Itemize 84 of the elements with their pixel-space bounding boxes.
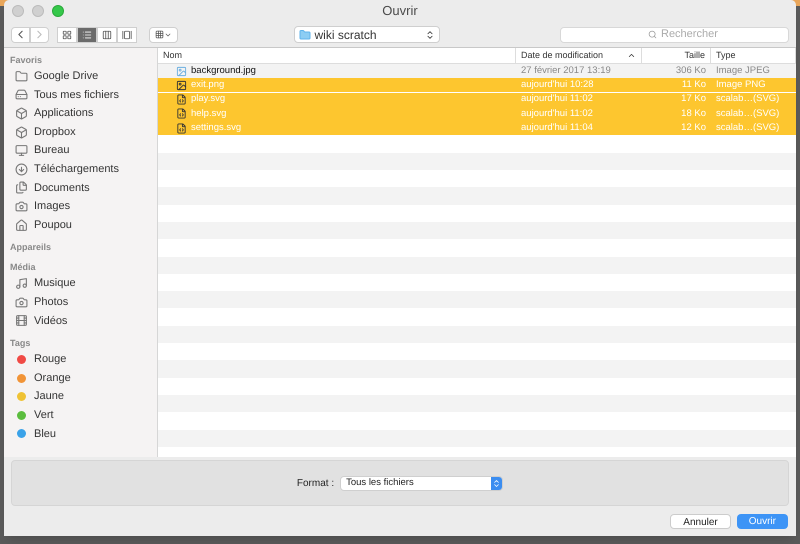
sidebar-section-title: Tags — [10, 337, 32, 350]
file-row[interactable]: background.jpg 27 février 2017 13:19 306 Ko Image JPEG — [158, 64, 796, 78]
file-icon — [176, 94, 187, 106]
sidebar-item[interactable]: Photos — [10, 292, 151, 312]
format-label: Format : — [296, 476, 334, 490]
file-name: background.jpg — [191, 64, 256, 78]
file-icon — [176, 122, 187, 134]
type-cell-text: scalab…(SVG) — [715, 121, 780, 136]
window-title: Ouvrir — [382, 2, 418, 20]
stepper-icon — [491, 476, 502, 490]
sidebar-item[interactable]: Musique — [10, 274, 151, 293]
view-mode-button[interactable] — [77, 26, 97, 42]
grid-icon — [62, 30, 72, 40]
location-popup[interactable]: wiki scratch — [294, 26, 440, 43]
type-cell-text: Image PNG — [715, 78, 767, 92]
date-cell-text: 27 février 2017 13:19 — [520, 64, 612, 78]
grid-icon — [155, 30, 164, 39]
date-cell-text: aujourd'hui 11:04 — [520, 121, 594, 136]
type-cell-text: scalab…(SVG) — [715, 92, 780, 106]
sidebar-item[interactable]: Poupou — [10, 216, 151, 234]
file-name: play.svg — [191, 92, 226, 106]
stepper-icon — [424, 30, 434, 40]
sidebar-section-title: Média — [10, 261, 37, 274]
format-dropdown[interactable]: Tous les fichiers — [340, 476, 504, 490]
sidebar-item[interactable]: Jaune — [10, 387, 151, 406]
search-icon — [648, 30, 657, 39]
home-icon — [15, 218, 28, 232]
type-cell-text: scalab…(SVG) — [715, 106, 780, 121]
size-cell-text: 306 Ko — [674, 64, 707, 78]
size-cell-text: 11 Ko — [680, 78, 707, 92]
sidebar-item[interactable]: Google Drive — [10, 67, 151, 86]
file-name: help.svg — [191, 106, 226, 121]
camera-icon — [15, 296, 28, 309]
music-note-icon — [15, 277, 28, 290]
film-icon — [15, 314, 28, 328]
columns-icon — [102, 30, 112, 40]
sidebar-section-title: Appareils — [10, 241, 52, 254]
image-file-icon — [176, 80, 187, 91]
sidebar-item[interactable]: Bureau — [10, 141, 151, 160]
monitor-icon — [15, 144, 28, 158]
file-name: exit.png — [191, 78, 224, 92]
list-icon — [82, 30, 92, 40]
column-header[interactable]: Date de modification — [516, 48, 642, 63]
sidebar-item[interactable]: Documents — [10, 178, 151, 198]
camera-icon — [15, 200, 28, 213]
file-icon — [176, 108, 187, 120]
arrange-button[interactable] — [149, 26, 178, 42]
column-header[interactable]: Type — [711, 48, 796, 63]
sidebar-item[interactable]: Téléchargements — [10, 160, 151, 179]
back-button[interactable] — [11, 26, 30, 42]
image-file-icon — [176, 66, 187, 76]
view-mode-button[interactable] — [117, 26, 137, 42]
documents-icon — [15, 181, 28, 194]
search-field[interactable]: Rechercher — [560, 26, 789, 42]
box-icon — [15, 126, 28, 139]
download-icon — [15, 162, 28, 176]
date-cell-text: aujourd'hui 10:28 — [520, 78, 595, 92]
zoom-button[interactable] — [52, 5, 64, 17]
sidebar-item[interactable]: Vidéos — [10, 312, 151, 330]
type-cell-text: Image JPEG — [715, 64, 771, 78]
sidebar-item[interactable]: Dropbox — [10, 122, 151, 142]
drive-icon — [15, 88, 28, 102]
folder-icon — [298, 28, 310, 40]
sidebar-item[interactable]: Tous mes fichiers — [10, 86, 151, 104]
size-cell-text: 18 Ko — [680, 106, 707, 121]
view-mode-button[interactable] — [97, 26, 117, 42]
sidebar-section-title: Favoris — [10, 54, 44, 67]
sidebar-item[interactable]: Applications — [10, 104, 151, 123]
size-cell-text: 12 Ko — [680, 121, 707, 136]
column-header[interactable]: Nom — [158, 48, 516, 63]
sidebar-item[interactable]: Orange — [10, 368, 151, 388]
file-name: settings.svg — [191, 121, 242, 136]
cancel-button[interactable]: Annuler — [670, 514, 731, 528]
sidebar-item[interactable]: Bleu — [10, 424, 151, 444]
date-cell-text: aujourd'hui 11:02 — [520, 92, 594, 106]
date-cell-text: aujourd'hui 11:02 — [520, 106, 594, 121]
gallery-icon — [122, 30, 132, 40]
folder-icon — [15, 70, 28, 83]
sidebar-item[interactable]: Vert — [10, 406, 151, 424]
view-mode-button[interactable] — [57, 26, 77, 42]
column-header[interactable]: Taille — [642, 48, 711, 63]
sidebar-item[interactable]: Rouge — [10, 350, 151, 369]
sidebar-item[interactable]: Images — [10, 197, 151, 216]
size-cell-text: 17 Ko — [680, 92, 707, 106]
